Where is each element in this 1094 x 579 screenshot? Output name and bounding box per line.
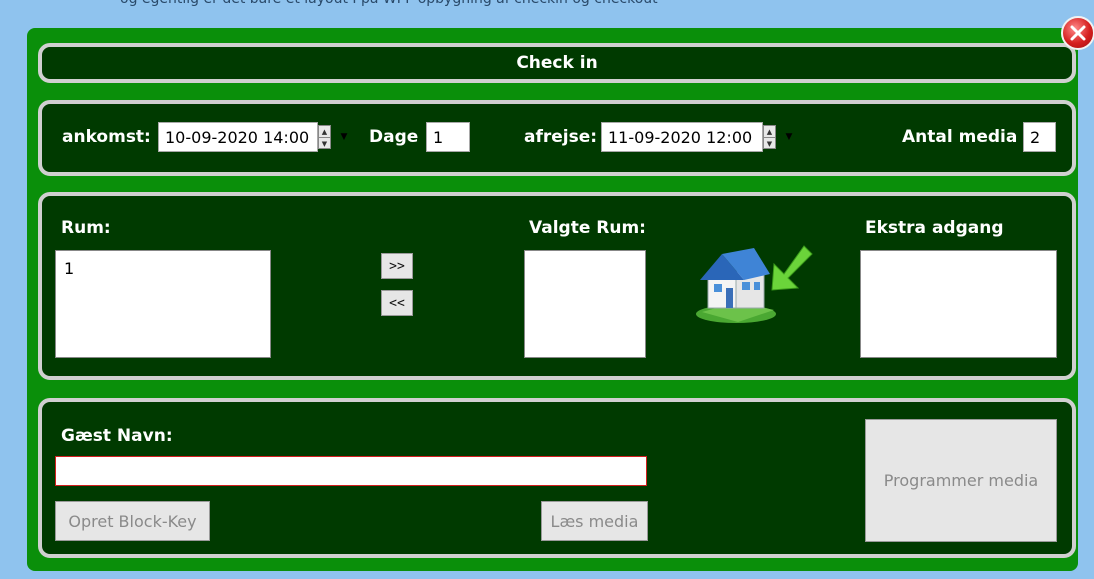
- window-caption: og egentlig er det bare et layout I på W…: [120, 0, 1020, 9]
- list-item[interactable]: 1: [56, 251, 270, 278]
- rooms-panel: Rum: 1 >> << Valgte Rum: Ekstra adgang: [38, 192, 1076, 380]
- selected-rooms-list[interactable]: [524, 250, 646, 358]
- dates-panel: ankomst: 10-09-2020 14:00 ▲ ▼ ▼ Dage 1 a…: [38, 100, 1076, 176]
- departure-datetime-field[interactable]: 11-09-2020 12:00: [601, 122, 763, 152]
- checkin-window: Check in ankomst: 10-09-2020 14:00 ▲ ▼ ▼…: [27, 28, 1078, 571]
- spin-up-icon[interactable]: ▲: [764, 126, 775, 137]
- program-media-button[interactable]: Programmer media: [865, 419, 1057, 542]
- page-title: Check in: [516, 53, 598, 73]
- arrival-datetime-field[interactable]: 10-09-2020 14:00: [158, 122, 318, 152]
- arrival-label: ankomst:: [62, 127, 151, 147]
- create-block-key-button[interactable]: Opret Block-Key: [55, 501, 210, 541]
- rooms-list[interactable]: 1: [55, 250, 271, 358]
- spin-down-icon[interactable]: ▼: [319, 137, 330, 149]
- departure-spinner[interactable]: ▲ ▼: [763, 125, 776, 149]
- arrival-dropdown-icon[interactable]: ▼: [339, 125, 349, 149]
- selected-rooms-label: Valgte Rum:: [529, 218, 646, 238]
- guest-name-input[interactable]: [55, 456, 647, 486]
- rooms-label: Rum:: [61, 218, 111, 238]
- house-checkin-icon: [694, 242, 814, 326]
- extra-access-list[interactable]: [860, 250, 1057, 358]
- media-count-field[interactable]: 2: [1023, 122, 1056, 152]
- arrival-spinner[interactable]: ▲ ▼: [318, 125, 331, 149]
- spin-up-icon[interactable]: ▲: [319, 126, 330, 137]
- spin-down-icon[interactable]: ▼: [764, 137, 775, 149]
- days-field[interactable]: 1: [426, 122, 470, 152]
- guest-panel: Gæst Navn: Opret Block-Key Læs media Pro…: [38, 398, 1076, 558]
- departure-label: afrejse:: [524, 127, 598, 147]
- extra-access-label: Ekstra adgang: [865, 218, 1004, 238]
- read-media-button[interactable]: Læs media: [541, 501, 648, 541]
- departure-dropdown-icon[interactable]: ▼: [784, 125, 794, 149]
- days-label: Dage: [369, 127, 419, 147]
- media-count-label: Antal media: [902, 127, 1018, 147]
- close-icon[interactable]: [1061, 16, 1094, 50]
- title-panel: Check in: [38, 43, 1076, 83]
- guest-name-label: Gæst Navn:: [61, 426, 173, 446]
- remove-room-button[interactable]: <<: [381, 290, 413, 316]
- add-room-button[interactable]: >>: [381, 253, 413, 279]
